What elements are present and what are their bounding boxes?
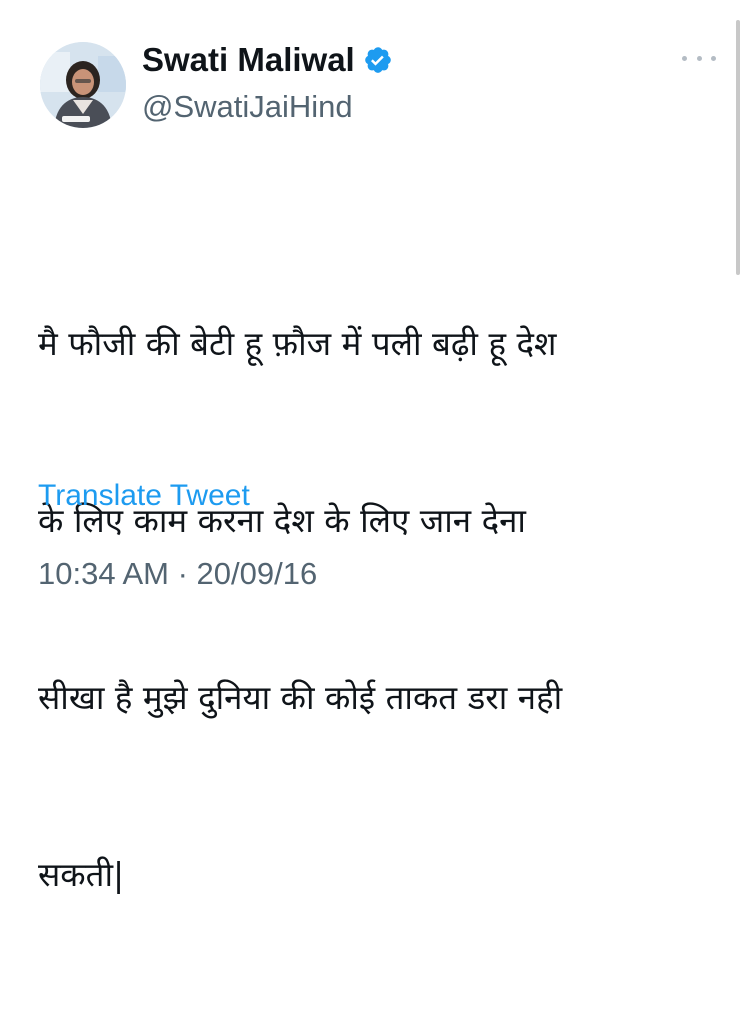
author-name-text: Swati Maliwal	[142, 41, 355, 78]
more-options-icon[interactable]	[682, 50, 716, 66]
author-handle[interactable]: @SwatiJaiHind	[142, 88, 353, 126]
author-display-name[interactable]: Swati Maliwal	[142, 40, 393, 80]
tweet-timestamp[interactable]: 10:34 AM · 20/09/16	[38, 555, 317, 593]
more-dot	[711, 55, 716, 61]
tweet-text-line: सकती|	[38, 855, 125, 894]
scrollbar[interactable]	[736, 20, 740, 275]
avatar[interactable]	[40, 42, 126, 128]
tweet-card: Swati Maliwal @SwatiJaiHind मै फौजी की ब…	[0, 0, 750, 894]
more-dot	[696, 55, 702, 61]
avatar-image	[40, 42, 126, 128]
verified-badge-icon	[364, 47, 391, 73]
more-dot	[682, 55, 687, 61]
translate-tweet-link[interactable]: Translate Tweet	[38, 477, 250, 515]
tweet-text-line: सीखा है मुझे दुनिया की कोई ताकत डरा नही	[38, 678, 563, 717]
tweet-text-line: मै फौजी की बेटी हू फ़ौज में पली बढ़ी हू …	[38, 324, 557, 363]
tweet-text: मै फौजी की बेटी हू फ़ौज में पली बढ़ी हू …	[38, 196, 698, 1022]
